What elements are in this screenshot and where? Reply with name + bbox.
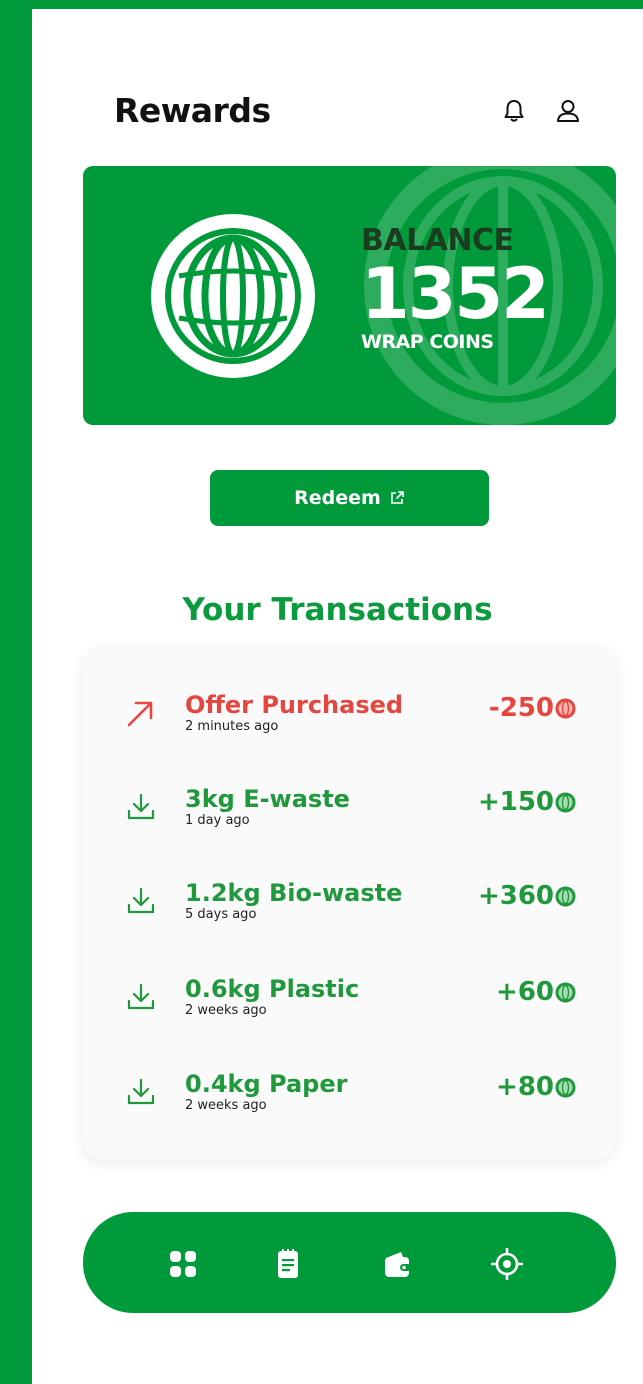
transaction-row[interactable]: Offer Purchased 2 minutes ago -250 xyxy=(83,691,616,751)
transaction-time: 1 day ago xyxy=(185,813,250,828)
document-icon[interactable] xyxy=(272,1248,304,1280)
app-screen: Rewards BALANCE 1352 WRAP COINS Redeem Y… xyxy=(32,9,643,1384)
download-icon xyxy=(127,1078,155,1105)
transaction-amount: +360 xyxy=(477,881,554,911)
transaction-row[interactable]: 0.6kg Plastic 2 weeks ago +60 xyxy=(83,975,616,1035)
transaction-time: 2 weeks ago xyxy=(185,1098,267,1113)
transaction-time: 2 weeks ago xyxy=(185,1003,267,1018)
balance-amount: 1352 xyxy=(361,253,550,335)
grid-icon[interactable] xyxy=(167,1248,199,1280)
transaction-time: 5 days ago xyxy=(185,907,257,922)
wallet-icon[interactable] xyxy=(381,1248,413,1280)
transaction-name: 0.4kg Paper xyxy=(185,1070,348,1098)
wrap-logo xyxy=(151,214,315,378)
page-title: Rewards xyxy=(114,91,271,130)
transaction-name: 1.2kg Bio-waste xyxy=(185,879,403,907)
transaction-row[interactable]: 3kg E-waste 1 day ago +150 xyxy=(83,785,616,845)
target-icon[interactable] xyxy=(491,1248,523,1280)
coin-icon xyxy=(555,698,576,719)
transaction-row[interactable]: 0.4kg Paper 2 weeks ago +80 xyxy=(83,1070,616,1130)
coin-icon xyxy=(555,1077,576,1098)
coin-icon xyxy=(555,886,576,907)
bottom-nav xyxy=(83,1212,616,1313)
external-link-icon xyxy=(391,491,404,504)
balance-text: BALANCE 1352 WRAP COINS xyxy=(361,224,550,354)
transaction-amount: -250 xyxy=(488,693,554,723)
download-icon xyxy=(127,983,155,1010)
coin-icon xyxy=(555,982,576,1003)
transactions-list: Offer Purchased 2 minutes ago -250 3kg E… xyxy=(83,645,616,1160)
download-icon xyxy=(127,887,155,914)
arrow-up-right-icon xyxy=(127,701,153,727)
transaction-name: 3kg E-waste xyxy=(185,785,350,813)
redeem-label: Redeem xyxy=(294,487,381,509)
bell-icon[interactable] xyxy=(500,97,528,125)
coin-icon xyxy=(555,792,576,813)
download-icon xyxy=(127,793,155,820)
transaction-name: 0.6kg Plastic xyxy=(185,975,360,1003)
transaction-row[interactable]: 1.2kg Bio-waste 5 days ago +360 xyxy=(83,879,616,939)
balance-card: BALANCE 1352 WRAP COINS xyxy=(83,166,616,425)
redeem-button[interactable]: Redeem xyxy=(210,470,489,526)
transaction-time: 2 minutes ago xyxy=(185,719,279,734)
transactions-title: Your Transactions xyxy=(182,592,493,628)
user-icon[interactable] xyxy=(554,97,582,125)
transaction-name: Offer Purchased xyxy=(185,691,404,719)
transaction-amount: +60 xyxy=(496,977,554,1007)
transaction-amount: +150 xyxy=(477,787,554,817)
transaction-amount: +80 xyxy=(496,1072,554,1102)
